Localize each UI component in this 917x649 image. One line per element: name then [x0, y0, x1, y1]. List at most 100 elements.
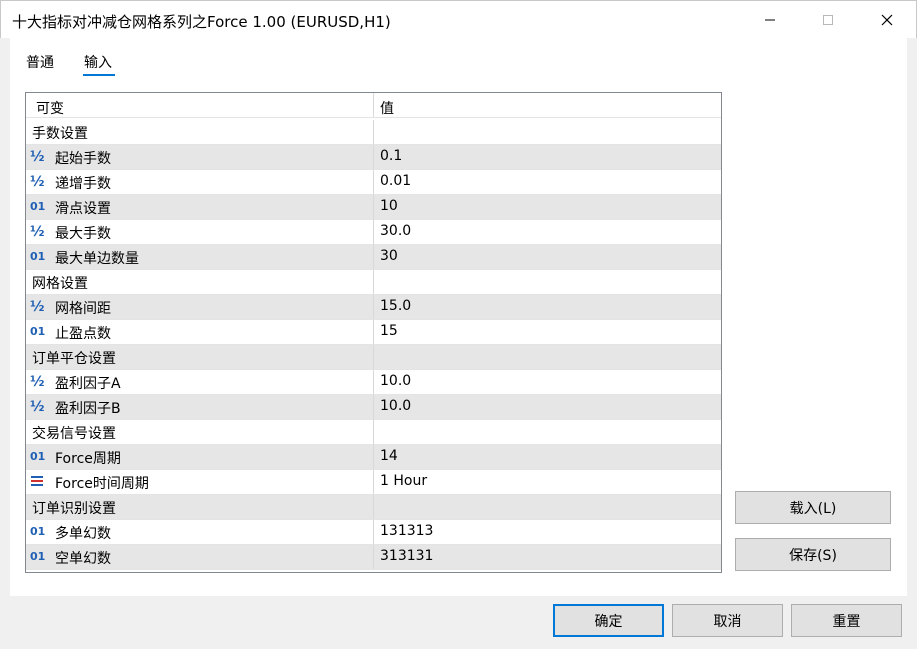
parameter-value-cell[interactable]: 1 Hour: [375, 470, 721, 494]
parameter-name-cell[interactable]: 01 多单幻数: [26, 520, 374, 544]
parameter-value-cell[interactable]: 0.01: [375, 170, 721, 194]
parameter-name-cell[interactable]: 01 最大单边数量: [26, 245, 374, 269]
window-title: 十大指标对冲减仓网格系列之Force 1.00 (EURUSD,H1): [12, 13, 391, 31]
group-row[interactable]: 网格设置: [26, 270, 721, 295]
parameter-name: 起始手数: [55, 151, 111, 167]
parameter-name-cell[interactable]: ½ 递增手数: [26, 170, 374, 194]
parameter-name-cell[interactable]: 01 空单幻数: [26, 545, 374, 569]
parameter-name-cell[interactable]: ½ 最大手数: [26, 220, 374, 244]
enum-icon: [30, 475, 48, 489]
parameter-value-cell[interactable]: 30.0: [375, 220, 721, 244]
parameter-row[interactable]: ½ 盈利因子A 10.0: [26, 370, 721, 395]
parameter-row[interactable]: 01 Force周期 14: [26, 445, 721, 470]
header-value-label: 值: [380, 101, 394, 117]
parameter-value: 14: [380, 448, 398, 464]
parameter-name-cell[interactable]: 网格设置: [26, 270, 374, 294]
group-label: 订单平仓设置: [32, 351, 116, 367]
tab-general[interactable]: 普通: [26, 52, 54, 72]
parameter-name-cell[interactable]: ½ 网格间距: [26, 295, 374, 319]
parameter-name-cell[interactable]: ½ 盈利因子A: [26, 370, 374, 394]
load-button[interactable]: 载入(L): [735, 491, 891, 524]
parameter-name-cell[interactable]: ½ 起始手数: [26, 145, 374, 169]
minimize-button[interactable]: [740, 1, 800, 39]
integer-icon: 01: [30, 550, 46, 563]
parameter-value: 313131: [380, 548, 434, 564]
parameter-value-cell[interactable]: 14: [375, 445, 721, 469]
parameter-value-cell[interactable]: [375, 495, 721, 519]
parameter-value-cell[interactable]: [375, 345, 721, 369]
group-row[interactable]: 交易信号设置: [26, 420, 721, 445]
group-row[interactable]: 订单识别设置: [26, 495, 721, 520]
parameter-value: 131313: [380, 523, 434, 539]
close-button[interactable]: [857, 1, 917, 39]
parameters-grid[interactable]: 可变 值 手数设置 ½ 起始手数 0.1 ½ 递增手数 0.01 01 滑点设置 10 ½ 最大手数 3…: [25, 92, 722, 573]
header-value-cell[interactable]: 值: [375, 93, 721, 117]
active-tab-indicator: [83, 74, 115, 76]
parameter-name-cell[interactable]: Force时间周期: [26, 470, 374, 494]
fraction-icon: ½: [30, 374, 45, 390]
parameter-row[interactable]: 01 最大单边数量 30: [26, 245, 721, 270]
parameter-row[interactable]: 01 多单幻数 131313: [26, 520, 721, 545]
parameter-row[interactable]: 01 滑点设置 10: [26, 195, 721, 220]
close-icon: [881, 14, 893, 26]
parameter-value-cell[interactable]: 10: [375, 195, 721, 219]
parameter-name: 空单幻数: [55, 551, 111, 567]
parameter-row[interactable]: 01 空单幻数 313131: [26, 545, 721, 570]
cancel-button[interactable]: 取消: [672, 604, 783, 637]
parameter-name-cell[interactable]: 01 止盈点数: [26, 320, 374, 344]
parameter-row[interactable]: ½ 盈利因子B 10.0: [26, 395, 721, 420]
parameter-value-cell[interactable]: 10.0: [375, 370, 721, 394]
integer-icon: 01: [30, 325, 46, 338]
fraction-icon: ½: [30, 149, 45, 165]
parameter-value-cell[interactable]: 131313: [375, 520, 721, 544]
parameter-row[interactable]: Force时间周期 1 Hour: [26, 470, 721, 495]
parameter-value: 30.0: [380, 223, 412, 239]
save-button[interactable]: 保存(S): [735, 538, 891, 571]
parameter-name-cell[interactable]: 01 Force周期: [26, 445, 374, 469]
parameter-name-cell[interactable]: 手数设置: [26, 120, 374, 144]
group-row[interactable]: 手数设置: [26, 120, 721, 145]
parameter-name-cell[interactable]: 订单平仓设置: [26, 345, 374, 369]
parameter-name: 止盈点数: [55, 326, 111, 342]
parameter-value-cell[interactable]: 15: [375, 320, 721, 344]
parameter-value-cell[interactable]: [375, 120, 721, 144]
group-row[interactable]: 订单平仓设置: [26, 345, 721, 370]
parameter-value: 1 Hour: [380, 473, 428, 489]
ok-button[interactable]: 确定: [553, 604, 664, 637]
reset-button[interactable]: 重置: [791, 604, 902, 637]
maximize-button[interactable]: [798, 1, 858, 39]
parameter-row[interactable]: ½ 网格间距 15.0: [26, 295, 721, 320]
fraction-icon: ½: [30, 399, 45, 415]
parameter-name: 多单幻数: [55, 526, 111, 542]
parameter-name-cell[interactable]: 01 滑点设置: [26, 195, 374, 219]
parameter-name: 最大手数: [55, 226, 111, 242]
parameter-value-cell[interactable]: 30: [375, 245, 721, 269]
minimize-icon: [765, 19, 775, 21]
parameter-row[interactable]: ½ 递增手数 0.01: [26, 170, 721, 195]
parameter-name: 最大单边数量: [55, 251, 139, 267]
parameter-value: 15: [380, 323, 398, 339]
parameter-name-cell[interactable]: 订单识别设置: [26, 495, 374, 519]
header-name-label: 可变: [36, 101, 64, 117]
parameter-row[interactable]: 01 止盈点数 15: [26, 320, 721, 345]
parameter-row[interactable]: ½ 最大手数 30.0: [26, 220, 721, 245]
fraction-icon: ½: [30, 299, 45, 315]
parameter-value-cell[interactable]: 15.0: [375, 295, 721, 319]
parameter-row[interactable]: ½ 起始手数 0.1: [26, 145, 721, 170]
parameter-value-cell[interactable]: [375, 420, 721, 444]
group-label: 网格设置: [32, 276, 88, 292]
parameter-name-cell[interactable]: 交易信号设置: [26, 420, 374, 444]
parameter-name-cell[interactable]: ½ 盈利因子B: [26, 395, 374, 419]
parameter-name: 滑点设置: [55, 201, 111, 217]
parameter-value-cell[interactable]: 0.1: [375, 145, 721, 169]
parameter-value-cell[interactable]: 313131: [375, 545, 721, 569]
header-name-cell[interactable]: 可变: [26, 93, 374, 117]
parameter-value: 15.0: [380, 298, 412, 314]
parameter-value-cell[interactable]: 10.0: [375, 395, 721, 419]
integer-icon: 01: [30, 250, 46, 263]
integer-icon: 01: [30, 450, 46, 463]
parameter-value: 10: [380, 198, 398, 214]
parameter-name: 网格间距: [55, 301, 111, 317]
parameter-value-cell[interactable]: [375, 270, 721, 294]
tab-input[interactable]: 输入: [84, 52, 112, 72]
